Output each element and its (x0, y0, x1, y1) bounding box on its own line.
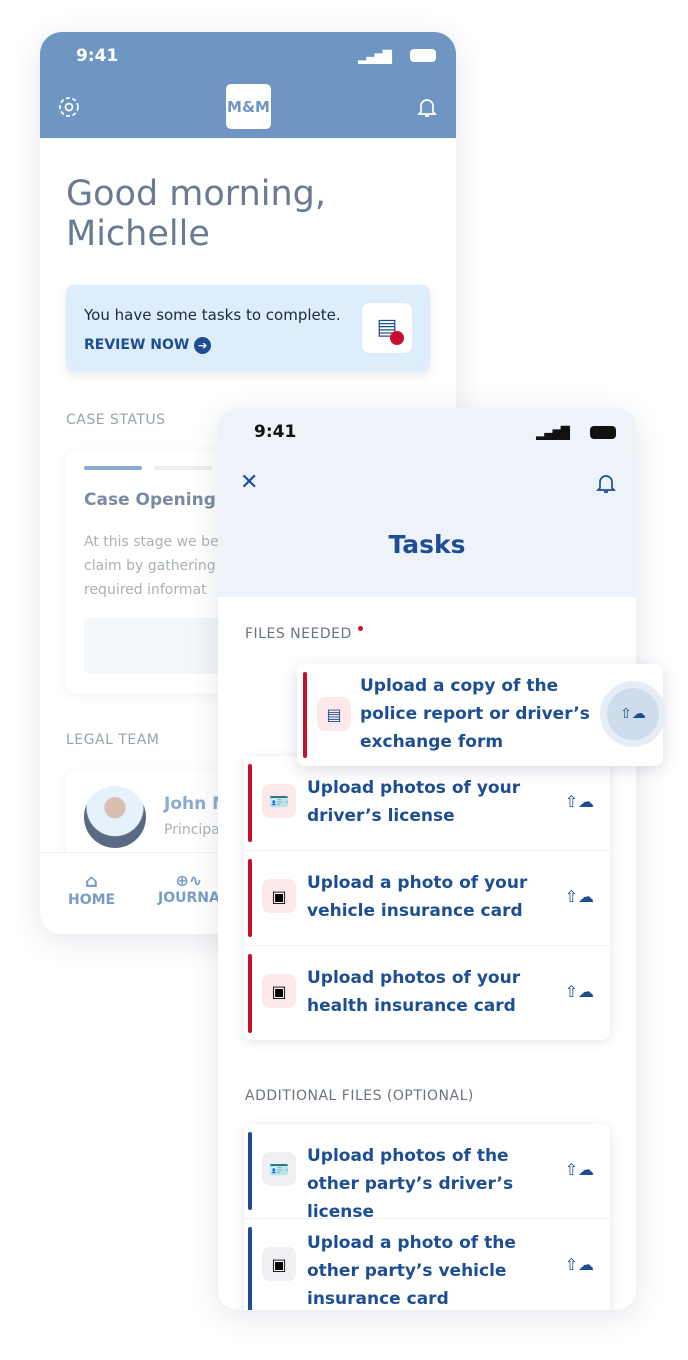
task-item[interactable]: 🪪 Upload photos of your driver’s license ⇧… (244, 756, 610, 851)
additional-files-list: 🪪 Upload photos of the other party’s driv… (244, 1124, 610, 1310)
battery-icon (590, 426, 616, 439)
progress-inactive (154, 466, 212, 470)
document-icon: ▤ (317, 697, 351, 731)
files-needed-list: 🪪 Upload photos of your driver’s license ⇧… (244, 756, 610, 1040)
status-time: 9:41 (254, 422, 297, 442)
task-item[interactable]: ▣ Upload a photo of your vehicle insuranc… (244, 851, 610, 946)
review-now-link[interactable]: REVIEW NOW ➔ (84, 337, 212, 354)
status-time: 9:41 (76, 46, 119, 66)
health-card-icon: ▣ (262, 974, 296, 1008)
legal-team-label: LEGAL TEAM (66, 732, 160, 748)
bell-icon[interactable] (594, 471, 618, 495)
home-icon: ⌂ (85, 871, 98, 892)
case-description: At this stage we be claim by gathering req… (84, 534, 219, 598)
signal-icon: ▂▄▆█ (536, 426, 570, 440)
signal-icon: ▂▄▆█ (358, 50, 392, 64)
upload-icon[interactable]: ⇧☁ (565, 1160, 594, 1179)
greeting: Good morning, Michelle (66, 174, 327, 254)
lawyer-role: Principa (164, 822, 220, 838)
page-title: Tasks (388, 530, 466, 559)
task-item[interactable]: ▣ Upload a photo of the other party’s veh… (244, 1219, 610, 1310)
case-title: Case Opening (84, 490, 216, 510)
tasks-banner[interactable]: You have some tasks to complete. REVIEW … (66, 285, 430, 372)
home-header: 9:41 ▂▄▆█ M&M (40, 32, 456, 138)
tasks-screen: 9:41 ▂▄▆█ ✕ Tasks FILES NEEDED 🪪 Upload p… (218, 408, 636, 1310)
highlighted-task[interactable]: ▤ Upload a copy of the police report or … (297, 664, 666, 766)
id-card-icon: 🪪 (262, 1152, 296, 1186)
insurance-card-icon: ▣ (262, 879, 296, 913)
highlighted-task-text: Upload a copy of the police report or dr… (360, 676, 590, 752)
close-icon[interactable]: ✕ (240, 470, 258, 495)
nav-home[interactable]: ⌂ HOME (68, 871, 115, 908)
task-checklist-icon: ▤ (362, 303, 412, 353)
upload-icon[interactable]: ⇧☁ (565, 887, 594, 906)
logo: M&M (226, 84, 271, 129)
tasks-header: 9:41 ▂▄▆█ ✕ Tasks (218, 408, 636, 597)
battery-icon (410, 49, 436, 62)
upload-icon[interactable]: ⇧☁ (565, 792, 594, 811)
task-item[interactable]: ▣ Upload photos of your health insurance … (244, 946, 610, 1041)
id-card-icon: 🪪 (262, 784, 296, 818)
task-item[interactable]: 🪪 Upload photos of the other party’s driv… (244, 1124, 610, 1222)
journal-icon: ⊕∿ (175, 871, 203, 890)
gear-icon[interactable] (57, 95, 81, 119)
files-needed-label: FILES NEEDED (245, 626, 363, 642)
upload-icon[interactable]: ⇧☁ (565, 982, 594, 1001)
banner-text: You have some tasks to complete. (84, 306, 341, 324)
upload-icon[interactable]: ⇧☁ (565, 1255, 594, 1274)
progress-active (84, 466, 142, 470)
avatar (84, 786, 146, 848)
case-status-label: CASE STATUS (66, 412, 166, 428)
upload-button[interactable]: ⇧☁ (600, 681, 666, 747)
insurance-card-icon: ▣ (262, 1247, 296, 1281)
bell-icon[interactable] (415, 95, 439, 119)
additional-files-label: ADDITIONAL FILES (OPTIONAL) (245, 1088, 474, 1104)
nav-journal[interactable]: ⊕∿ JOURNA (158, 871, 220, 906)
upload-icon: ⇧☁ (607, 688, 659, 740)
